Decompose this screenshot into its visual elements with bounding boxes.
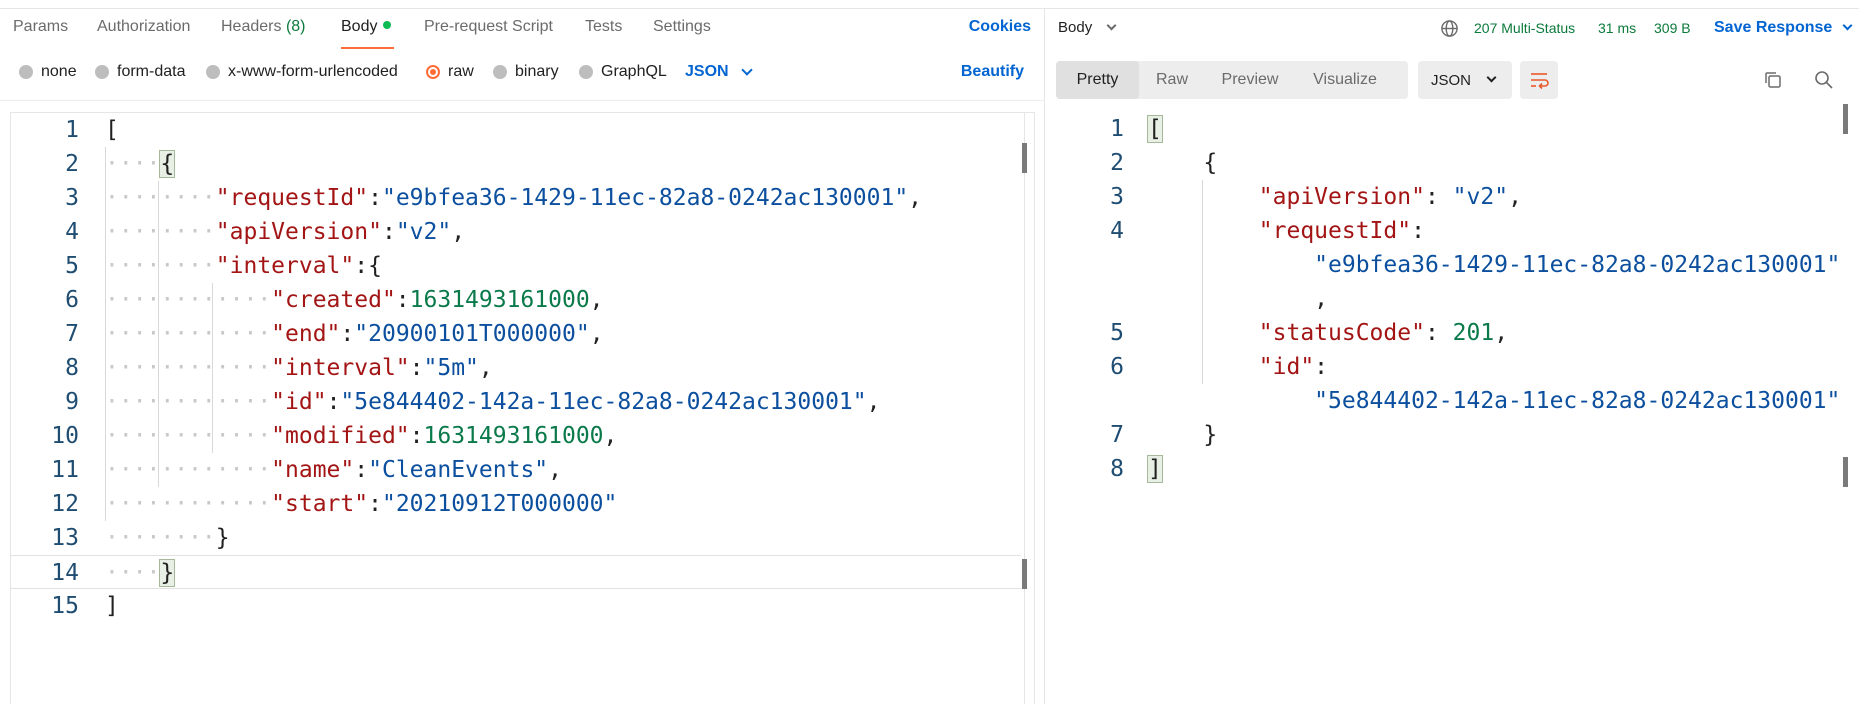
mode-binary[interactable]: binary	[493, 63, 559, 81]
response-size[interactable]: 309 B	[1654, 20, 1691, 36]
code-line: 2 ····{	[65, 150, 176, 178]
language-value: JSON	[685, 63, 729, 80]
tab-params[interactable]: Params	[13, 18, 68, 36]
code-line: 6 "id":	[1110, 354, 1329, 380]
wrap-lines-button[interactable]	[1520, 61, 1558, 99]
request-pane: Params Authorization Headers (8) Body Pr…	[0, 9, 1045, 704]
body-indicator-dot	[383, 21, 392, 29]
mode-urlencoded[interactable]: x-www-form-urlencoded	[206, 63, 398, 81]
chevron-down-icon	[740, 63, 753, 76]
tab-visualize[interactable]: Visualize	[1295, 61, 1395, 99]
response-view-tabs: Pretty Raw Preview Visualize	[1056, 61, 1408, 99]
copy-icon[interactable]	[1762, 69, 1784, 91]
mode-none-label: none	[41, 63, 77, 80]
tab-headers-label: Headers	[221, 18, 282, 35]
scroll-marker	[1843, 457, 1848, 487]
code-line: 5 "statusCode": 201,	[1110, 320, 1509, 346]
response-header: Body 207 Multi-Status 31 ms 309 B Save R…	[1046, 9, 1859, 49]
code-line: 4 "requestId":	[1110, 218, 1425, 244]
code-line: 3 ········"requestId":"e9bfea36-1429-11ec…	[65, 185, 923, 211]
radio-form-data[interactable]	[95, 65, 109, 79]
code-line: 1[	[1110, 115, 1163, 143]
code-line-wrapped: ,	[1314, 286, 1329, 312]
body-mode-selector: none form-data x-www-form-urlencoded raw…	[0, 63, 1045, 93]
code-line: 13 ········}	[51, 525, 230, 551]
headers-count: (8)	[285, 18, 306, 35]
code-line: 10 ············"modified":1631493161000,	[51, 423, 618, 449]
mode-graphql[interactable]: GraphQL	[579, 63, 667, 81]
tab-body[interactable]: Body	[341, 18, 392, 36]
response-body-viewer[interactable]: 1[ 2 { 3 "apiVersion": "v2", 4 "requestI…	[1046, 104, 1859, 704]
response-time[interactable]: 31 ms	[1598, 20, 1636, 36]
mode-graphql-label: GraphQL	[601, 63, 667, 80]
language-select[interactable]: JSON	[685, 63, 753, 81]
code-line-current: 14 ····}	[11, 555, 1021, 589]
code-line: 3 "apiVersion": "v2",	[1110, 184, 1522, 210]
tab-authorization[interactable]: Authorization	[97, 18, 190, 36]
beautify-button[interactable]: Beautify	[961, 63, 1024, 81]
tab-headers[interactable]: Headers (8)	[221, 18, 306, 36]
code-line: 12 ············"start":"20210912T000000"	[51, 491, 618, 517]
tab-pretty[interactable]: Pretty	[1056, 61, 1139, 99]
response-body-label: Body	[1058, 19, 1093, 36]
mode-raw-label: raw	[448, 63, 474, 80]
mode-none[interactable]: none	[19, 63, 77, 81]
code-line: 5 ········"interval":{	[65, 253, 382, 279]
code-line: 6 ············"created":1631493161000,	[65, 287, 604, 313]
code-line: 9 ············"id":"5e844402-142a-11ec-82…	[65, 389, 881, 415]
radio-raw[interactable]	[426, 65, 440, 79]
tab-settings[interactable]: Settings	[653, 18, 711, 36]
tab-preview[interactable]: Preview	[1205, 61, 1295, 99]
chevron-down-icon	[1106, 20, 1117, 30]
code-line: 1[	[65, 117, 119, 143]
save-response-button[interactable]: Save Response	[1714, 19, 1853, 37]
mode-binary-label: binary	[515, 63, 559, 80]
code-line: 7 }	[1110, 422, 1218, 448]
status-code[interactable]: 207 Multi-Status	[1474, 20, 1575, 36]
code-line-wrapped: "5e844402-142a-11ec-82a8-0242ac130001"	[1314, 388, 1841, 414]
radio-binary[interactable]	[493, 65, 507, 79]
radio-urlencoded[interactable]	[206, 65, 220, 79]
scroll-thumb[interactable]	[1843, 104, 1848, 134]
response-body-select[interactable]: Body	[1058, 19, 1117, 36]
chevron-down-icon	[1486, 72, 1497, 83]
response-format-select[interactable]: JSON	[1418, 61, 1512, 99]
editor-scrollbar[interactable]	[1024, 113, 1025, 704]
response-pane: Body 207 Multi-Status 31 ms 309 B Save R…	[1046, 9, 1859, 704]
chevron-down-icon	[1842, 20, 1853, 31]
radio-none[interactable]	[19, 65, 33, 79]
code-line: 7 ············"end":"20900101T000000",	[65, 321, 604, 347]
active-tab-underline	[341, 47, 394, 49]
search-icon[interactable]	[1813, 69, 1835, 91]
response-format-value: JSON	[1431, 71, 1472, 89]
tab-pre-request-script[interactable]: Pre-request Script	[424, 18, 553, 36]
wrap-lines-icon	[1531, 73, 1549, 90]
top-divider	[0, 0, 1859, 9]
globe-icon[interactable]	[1440, 19, 1459, 38]
tab-raw[interactable]: Raw	[1139, 61, 1205, 99]
mode-form-data-label: form-data	[117, 63, 186, 80]
code-line: 2 {	[1110, 150, 1218, 176]
radio-graphql[interactable]	[579, 65, 593, 79]
cursor-marker	[1022, 559, 1027, 589]
save-response-label: Save Response	[1714, 19, 1833, 36]
tab-tests[interactable]: Tests	[585, 18, 622, 36]
divider	[0, 100, 1045, 101]
code-line: 15]	[51, 593, 119, 619]
scroll-thumb[interactable]	[1022, 143, 1027, 173]
code-line: 8 ············"interval":"5m",	[65, 355, 493, 381]
code-line: 4 ········"apiVersion":"v2",	[65, 219, 466, 245]
code-line: 8]	[1110, 455, 1163, 483]
mode-urlencoded-label: x-www-form-urlencoded	[228, 63, 398, 80]
request-tabs: Params Authorization Headers (8) Body Pr…	[0, 9, 1045, 49]
tab-body-label: Body	[341, 18, 378, 35]
mode-form-data[interactable]: form-data	[95, 63, 185, 81]
request-body-editor[interactable]: 1[ 2 ····{ 3 ········"requestId":"e9bfea36…	[10, 112, 1035, 704]
mode-raw[interactable]: raw	[426, 63, 474, 81]
code-line: 11 ············"name":"CleanEvents",	[51, 457, 562, 483]
code-line-wrapped: "e9bfea36-1429-11ec-82a8-0242ac130001"	[1314, 252, 1841, 278]
cookies-link[interactable]: Cookies	[969, 18, 1031, 36]
